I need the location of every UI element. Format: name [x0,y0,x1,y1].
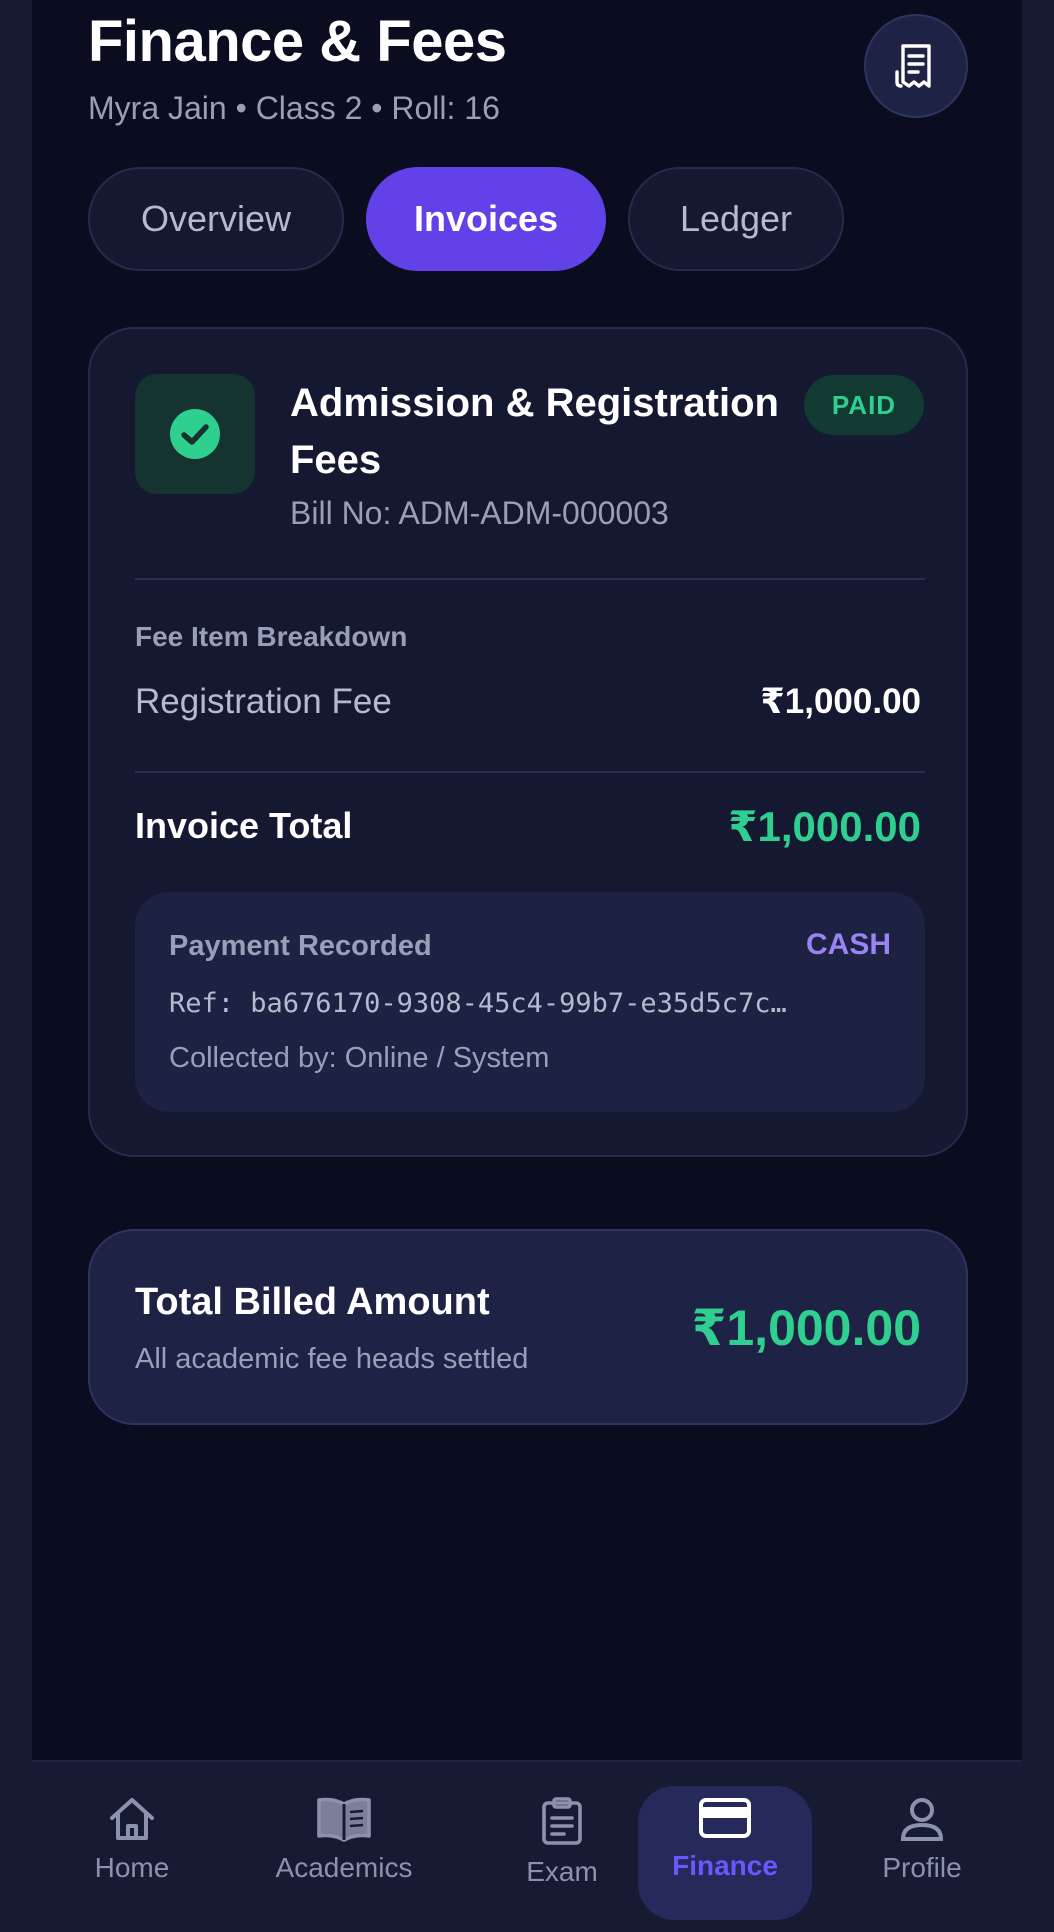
payment-record: Payment Recorded CASH Ref: ba676170-9308… [135,892,925,1112]
frame-edge-right [1022,0,1054,1932]
frame-edge-left [0,0,32,1932]
total-billed-amount: ₹1,000.00 [691,1300,921,1356]
nav-profile[interactable]: Profile [852,1786,992,1920]
nav-finance-label: Finance [672,1850,778,1881]
invoice-total-label: Invoice Total [135,805,353,846]
payment-mode: CASH [805,928,891,961]
tab-invoices[interactable]: Invoices [366,167,606,271]
nav-exam[interactable]: Exam [502,1786,622,1920]
nav-academics[interactable]: Academics [254,1786,434,1920]
payment-recorded-label: Payment Recorded [169,930,432,962]
fee-item-name: Registration Fee [135,682,392,721]
nav-finance[interactable]: Finance [638,1786,812,1920]
user-icon [900,1798,944,1841]
check-circle-icon [170,409,220,459]
tab-overview[interactable]: Overview [88,167,344,271]
nav-profile-label: Profile [882,1852,962,1883]
breakdown-heading: Fee Item Breakdown [135,621,408,652]
receipt-button[interactable] [864,14,968,118]
payment-reference: Ref: ba676170-9308-45c4-99b7-e35d5c7c… [169,988,787,1019]
bill-number: Bill No: ADM-ADM-000003 [290,495,669,531]
nav-home-label: Home [94,1852,170,1883]
divider [135,771,925,773]
finance-tabs: Overview Invoices Ledger [88,167,844,271]
bottom-nav: Home Academics Exam Finance Profile [32,1760,1022,1932]
invoice-title: Admission & Registration Fees [290,381,779,482]
invoice-total-amount: ₹1,000.00 [728,803,921,850]
nav-exam-label: Exam [526,1856,598,1887]
fee-item-amount: ₹1,000.00 [760,682,921,721]
status-badge: PAID [804,375,924,435]
receipt-icon [895,44,931,88]
book-icon [317,1797,371,1842]
total-billed-title: Total Billed Amount [135,1281,490,1323]
invoice-card[interactable]: Admission & Registration Fees PAID Bill … [88,327,968,1157]
paid-status-icon-box [135,374,255,494]
card-icon [699,1798,751,1838]
total-billed-card: Total Billed Amount All academic fee hea… [88,1229,968,1425]
nav-academics-label: Academics [275,1852,413,1883]
home-icon [110,1798,154,1840]
page-title: Finance & Fees [88,9,507,74]
divider [135,578,925,580]
tab-ledger[interactable]: Ledger [628,167,844,271]
payment-collector: Collected by: Online / System [169,1042,550,1074]
total-billed-subtitle: All academic fee heads settled [135,1343,529,1375]
clipboard-icon [542,1797,582,1845]
nav-home[interactable]: Home [62,1786,202,1920]
student-subtitle: Myra Jain • Class 2 • Roll: 16 [88,90,500,126]
